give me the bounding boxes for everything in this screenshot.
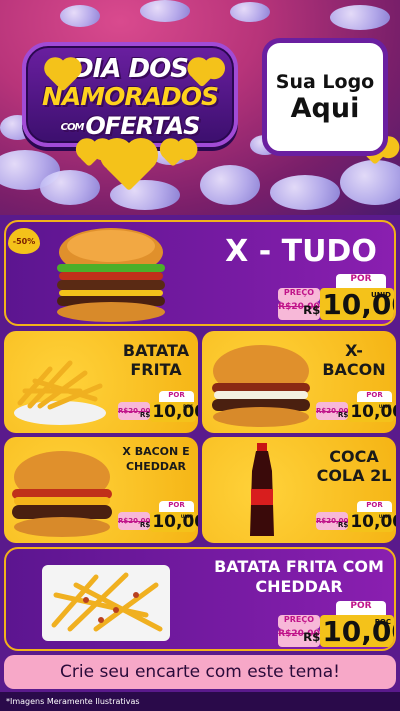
logo-placeholder[interactable]: Sua Logo Aqui — [262, 38, 388, 156]
product-name-line-2: CHEDDAR — [255, 577, 343, 596]
cloud-decoration — [340, 160, 400, 205]
title-com: COM — [60, 121, 85, 133]
burger-image — [57, 228, 165, 322]
product-name: X - TUDO — [225, 234, 377, 269]
currency-symbol: R$ — [303, 630, 321, 644]
new-price: R$ 10,00 POC — [140, 402, 198, 422]
hero-banner: DIA DOS NAMORADOS COMOFERTAS Sua Logo Aq… — [0, 0, 400, 215]
cloud-decoration — [60, 5, 100, 27]
price-unit: POC — [183, 405, 193, 410]
product-name-line-2: FRITA — [130, 360, 182, 379]
price-por-label: POR — [336, 601, 386, 615]
currency-symbol: R$ — [139, 410, 151, 419]
cloud-decoration — [110, 180, 180, 210]
product-name-line-1: X BACON E — [122, 445, 190, 458]
title-line-3: COMOFERTAS — [26, 112, 234, 140]
currency-symbol: R$ — [139, 520, 151, 529]
product-name-line-1: X- — [345, 341, 363, 360]
currency-symbol: R$ — [337, 410, 349, 419]
product-name-line-1: BATATA FRITA COM — [214, 557, 384, 576]
soda-bottle-image — [250, 443, 274, 536]
product-card-coca-cola[interactable]: COCA COLA 2L POR R$20,00 R$ 10,00 UNID — [202, 437, 396, 543]
price-unit: UNID — [378, 515, 391, 520]
cloud-decoration — [230, 2, 270, 22]
new-price: R$ 10,00 UNID — [338, 512, 396, 532]
heart-icon — [79, 147, 99, 167]
product-card-x-bacon-cheddar[interactable]: X BACON E CHEDDAR POR R$20,00 R$ 10,00 U… — [4, 437, 198, 543]
price-por-label: POR — [357, 391, 392, 402]
cloud-decoration — [140, 0, 190, 22]
price-unit: POC — [374, 618, 391, 626]
product-card-batata-frita[interactable]: BATATA FRITA POR R$20,00 R$ 10,00 POC — [4, 331, 198, 433]
product-card-x-tudo[interactable]: X - TUDO POR PREÇO R$20,00 R$ 10,00 UNID — [4, 220, 396, 326]
product-name-line-1: COCA — [329, 447, 379, 466]
logo-line-2: Aqui — [290, 92, 360, 124]
product-name-line-2: CHEDDAR — [125, 460, 187, 473]
product-name-line-2: BACON — [322, 360, 386, 379]
cloud-decoration — [330, 5, 390, 30]
burger-image — [212, 345, 310, 427]
cta-button[interactable]: Crie seu encarte com este tema! — [4, 655, 396, 689]
new-price: R$ 10,00 POC — [303, 615, 394, 648]
burger-image — [12, 451, 112, 537]
product-name-line-1: BATATA — [122, 341, 190, 360]
fries-cheddar-image — [42, 565, 170, 641]
price-unit: UNID — [180, 515, 193, 520]
price-por-label: POR — [336, 274, 386, 288]
currency-symbol: R$ — [337, 520, 349, 529]
new-price: R$ 10,00 UNID — [303, 288, 394, 321]
disclaimer-text: *Imagens Meramente Ilustrativas — [6, 697, 140, 706]
price-unit: UNID — [378, 405, 391, 410]
cloud-decoration — [270, 175, 340, 210]
new-price: R$ 10,00 UNID — [140, 512, 198, 532]
price-preco-label: PREÇO — [278, 615, 320, 629]
fries-image — [14, 360, 106, 425]
product-card-batata-cheddar[interactable]: BATATA FRITA COM CHEDDAR POR PREÇO R$20,… — [4, 547, 396, 651]
discount-badge: -50% — [8, 228, 40, 254]
price-por-label: POR — [159, 391, 194, 402]
price-unit: UNID — [371, 291, 391, 299]
price-por-label: POR — [159, 501, 194, 512]
new-price: R$ 10,00 UNID — [338, 402, 396, 422]
price-por-label: POR — [357, 501, 392, 512]
cloud-decoration — [200, 165, 260, 205]
price-preco-label: PREÇO — [278, 288, 320, 302]
product-card-x-bacon[interactable]: X- BACON POR R$20,00 R$ 10,00 UNID — [202, 331, 396, 433]
product-name-line-2: COLA 2L — [316, 466, 392, 485]
currency-symbol: R$ — [303, 303, 321, 317]
cloud-decoration — [40, 170, 100, 205]
title-ofertas: OFERTAS — [85, 112, 200, 140]
logo-line-1: Sua Logo — [275, 70, 375, 93]
